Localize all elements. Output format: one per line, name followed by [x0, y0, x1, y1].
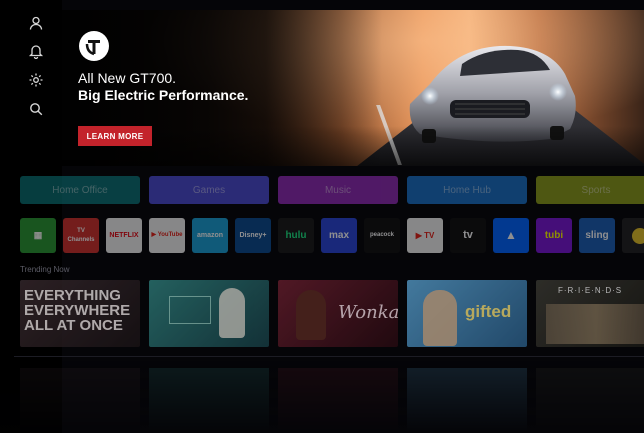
- app-label: Disney+: [239, 232, 267, 239]
- tile-title: gifted: [465, 302, 512, 321]
- tile-art: [546, 304, 644, 344]
- user-icon[interactable]: [28, 15, 44, 31]
- app-label: peacock: [369, 232, 394, 238]
- category-sports[interactable]: Sports: [536, 176, 644, 204]
- reflection: [0, 360, 644, 433]
- hero-headline: All New GT700.: [78, 70, 177, 86]
- app-label: sling: [585, 230, 609, 241]
- app-tile-more[interactable]: [622, 218, 644, 253]
- trending-tile-friends[interactable]: F·R·I·E·N·D·S: [536, 280, 644, 347]
- learn-more-button[interactable]: LEARN MORE: [78, 126, 152, 146]
- app-tile-disney-plus[interactable]: Disney+: [235, 218, 271, 253]
- tile-title: F·R·I·E·N·D·S: [558, 286, 623, 295]
- category-label: Music: [324, 184, 352, 196]
- tile-script-art: Wonka: [338, 302, 398, 323]
- app-tile-tubi[interactable]: tubi: [536, 218, 572, 253]
- trending-tile-everything-everywhere[interactable]: EVERYTHING EVERYWHERE ALL AT ONCE: [20, 280, 140, 347]
- trending-row: EVERYTHING EVERYWHERE ALL AT ONCE Wonka …: [20, 280, 644, 347]
- app-tile-watchfree[interactable]: TV Channels: [63, 218, 99, 253]
- app-label: max: [328, 230, 349, 241]
- gt-logo: [79, 31, 109, 61]
- trending-tile-wonka[interactable]: Wonka: [278, 280, 398, 347]
- app-label: TV Channels: [67, 227, 95, 243]
- search-icon[interactable]: [28, 101, 44, 117]
- hero-subheadline: Big Electric Performance.: [78, 87, 249, 103]
- category-label: Sports: [581, 184, 611, 196]
- app-label: ▶ TV: [415, 231, 435, 240]
- category-home-office[interactable]: Home Office: [20, 176, 140, 204]
- app-tile-hulu[interactable]: hulu: [278, 218, 314, 253]
- gear-icon[interactable]: [28, 72, 44, 88]
- tile-title: EVERYTHING EVERYWHERE ALL AT ONCE: [24, 287, 131, 334]
- app-label: ▶ YouTube: [151, 232, 183, 238]
- app-tile-youtube[interactable]: ▶ YouTube: [149, 218, 185, 253]
- tv-home-screen: All New GT700. Big Electric Performance.…: [0, 0, 644, 433]
- trending-now-label: Trending Now: [20, 265, 70, 274]
- app-tile-peacock[interactable]: peacock: [364, 218, 400, 253]
- trending-tile-gifted[interactable]: gifted: [407, 280, 527, 347]
- category-label: Games: [192, 184, 226, 196]
- reflection-fade: [0, 360, 644, 433]
- app-tile-prime-video[interactable]: amazon: [192, 218, 228, 253]
- apps-grid-icon: ▦: [33, 230, 43, 240]
- app-label: tubi: [544, 230, 564, 241]
- trending-tile-show-2[interactable]: [149, 280, 269, 347]
- app-label: tv: [463, 229, 473, 241]
- app-tile-max[interactable]: max: [321, 218, 357, 253]
- category-row: Home Office Games Music Home Hub Sports: [20, 176, 644, 204]
- app-tile-youtube-tv[interactable]: ▶ TV: [407, 218, 443, 253]
- bell-icon[interactable]: [28, 43, 44, 59]
- category-home-hub[interactable]: Home Hub: [407, 176, 527, 204]
- category-music[interactable]: Music: [278, 176, 398, 204]
- app-row: ▦ TV Channels NETFLIX ▶ YouTube amazon D…: [20, 218, 644, 253]
- app-label: NETFLIX: [109, 232, 139, 239]
- category-label: Home Hub: [443, 184, 491, 196]
- app-tile-apple-tv[interactable]: tv: [450, 218, 486, 253]
- app-label: amazon: [196, 232, 224, 239]
- tile-art: [169, 296, 211, 324]
- category-games[interactable]: Games: [149, 176, 269, 204]
- tile-figure: [423, 290, 457, 346]
- app-tile-apps[interactable]: ▦: [20, 218, 56, 253]
- divider: [14, 356, 644, 357]
- tile-figure: [219, 288, 245, 338]
- tile-figure: [296, 290, 326, 340]
- app-tile-netflix[interactable]: NETFLIX: [106, 218, 142, 253]
- app-label: ▲: [505, 228, 517, 242]
- app-tile-sling[interactable]: sling: [579, 218, 615, 253]
- category-label: Home Office: [52, 184, 108, 196]
- app-label: hulu: [285, 230, 307, 241]
- app-logo-dot: [632, 227, 644, 244]
- app-tile-paramount-plus[interactable]: ▲: [493, 218, 529, 253]
- hero-banner[interactable]: All New GT700. Big Electric Performance.…: [62, 10, 644, 166]
